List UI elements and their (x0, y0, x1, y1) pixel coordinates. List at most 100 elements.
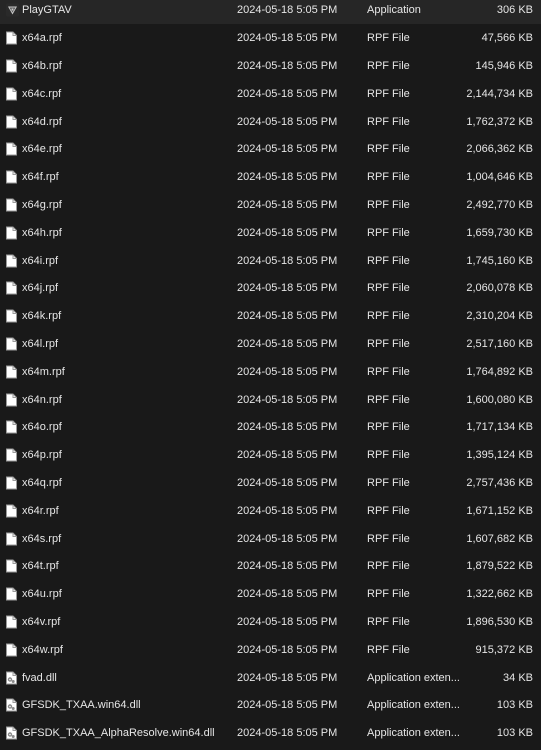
file-type: RPF File (367, 560, 410, 573)
file-size: 1,717,134 KB (466, 421, 533, 434)
file-size: 2,144,734 KB (466, 87, 533, 100)
file-type: RPF File (367, 449, 410, 462)
file-size: 1,896,530 KB (466, 615, 533, 628)
file-size: 2,757,436 KB (466, 476, 533, 489)
file-name: GFSDK_TXAA.win64.dll (22, 699, 141, 712)
date-modified: 2024-05-18 5:05 PM (237, 198, 338, 211)
date-modified: 2024-05-18 5:05 PM (237, 59, 338, 72)
file-size: 1,607,682 KB (466, 532, 533, 545)
file-name: x64i.rpf (22, 254, 59, 267)
list-item[interactable]: x64k.rpf 2024-05-18 5:05 PM RPF File 2,310,… (0, 302, 541, 330)
file-name: x64h.rpf (22, 226, 62, 239)
file-icon (6, 587, 17, 601)
file-name: x64t.rpf (22, 560, 59, 573)
date-modified: 2024-05-18 5:05 PM (237, 532, 338, 545)
file-name: x64s.rpf (22, 532, 62, 545)
file-type: RPF File (367, 310, 410, 323)
list-item[interactable]: x64r.rpf 2024-05-18 5:05 PM RPF File 1,671,… (0, 497, 541, 525)
file-size: 1,600,080 KB (466, 393, 533, 406)
file-type: RPF File (367, 365, 410, 378)
file-name: x64c.rpf (22, 87, 62, 100)
file-type: RPF File (367, 143, 410, 156)
list-item[interactable]: x64o.rpf 2024-05-18 5:05 PM RPF File 1,717,… (0, 414, 541, 442)
list-item[interactable]: x64c.rpf 2024-05-18 5:05 PM RPF File 2,144,… (0, 80, 541, 108)
file-name: x64j.rpf (22, 282, 59, 295)
file-size: 1,764,892 KB (466, 365, 533, 378)
file-type: Application exten... (367, 727, 460, 740)
file-size: 1,659,730 KB (466, 226, 533, 239)
file-name: x64a.rpf (22, 32, 62, 45)
file-type: Application (367, 4, 421, 17)
date-modified: 2024-05-18 5:05 PM (237, 393, 338, 406)
list-item[interactable]: x64b.rpf 2024-05-18 5:05 PM RPF File 145,94… (0, 52, 541, 80)
file-type: RPF File (367, 226, 410, 239)
file-size: 103 KB (496, 699, 533, 712)
list-item[interactable]: x64n.rpf 2024-05-18 5:05 PM RPF File 1,600,… (0, 386, 541, 414)
file-name: fvad.dll (22, 671, 57, 684)
file-type: RPF File (367, 615, 410, 628)
file-icon (6, 476, 17, 490)
file-icon (6, 559, 17, 573)
list-item[interactable]: x64a.rpf 2024-05-18 5:05 PM RPF File 47,566… (0, 24, 541, 52)
date-modified: 2024-05-18 5:05 PM (237, 282, 338, 295)
file-icon (6, 254, 17, 268)
list-item[interactable]: x64u.rpf 2024-05-18 5:05 PM RPF File 1,322,… (0, 580, 541, 608)
list-item[interactable]: x64g.rpf 2024-05-18 5:05 PM RPF File 2,492,… (0, 191, 541, 219)
date-modified: 2024-05-18 5:05 PM (237, 115, 338, 128)
file-icon (6, 309, 17, 323)
file-size: 34 KB (503, 671, 533, 684)
file-type: RPF File (367, 532, 410, 545)
file-icon (6, 31, 17, 45)
file-size: 47,566 KB (481, 32, 533, 45)
file-name: x64l.rpf (22, 337, 59, 350)
list-item[interactable]: x64d.rpf 2024-05-18 5:05 PM RPF File 1,762,… (0, 108, 541, 136)
file-type: RPF File (367, 254, 410, 267)
dll-file-icon (6, 726, 17, 740)
file-icon (6, 170, 17, 184)
date-modified: 2024-05-18 5:05 PM (237, 254, 338, 267)
file-name: GFSDK_TXAA_AlphaResolve.win64.dll (22, 727, 215, 740)
date-modified: 2024-05-18 5:05 PM (237, 310, 338, 323)
list-item[interactable]: x64p.rpf 2024-05-18 5:05 PM RPF File 1,395,… (0, 441, 541, 469)
list-item[interactable]: x64h.rpf 2024-05-18 5:05 PM RPF File 1,659,… (0, 219, 541, 247)
file-type: RPF File (367, 171, 410, 184)
file-name: x64v.rpf (22, 615, 61, 628)
file-type: Application exten... (367, 671, 460, 684)
file-size: 1,762,372 KB (466, 115, 533, 128)
file-type: RPF File (367, 282, 410, 295)
list-item[interactable]: x64v.rpf 2024-05-18 5:05 PM RPF File 1,896,… (0, 608, 541, 636)
file-icon (6, 448, 17, 462)
date-modified: 2024-05-18 5:05 PM (237, 504, 338, 517)
list-item[interactable]: x64q.rpf 2024-05-18 5:05 PM RPF File 2,757,… (0, 469, 541, 497)
list-item[interactable]: x64j.rpf 2024-05-18 5:05 PM RPF File 2,060,… (0, 275, 541, 303)
list-item[interactable]: x64e.rpf 2024-05-18 5:05 PM RPF File 2,066,… (0, 136, 541, 164)
list-item[interactable]: x64l.rpf 2024-05-18 5:05 PM RPF File 2,517,… (0, 330, 541, 358)
file-size: 306 KB (496, 4, 533, 17)
file-icon (6, 337, 17, 351)
file-name: x64n.rpf (22, 393, 62, 406)
file-name: x64m.rpf (22, 365, 65, 378)
file-icon (6, 226, 17, 240)
file-type: RPF File (367, 588, 410, 601)
file-icon (6, 142, 17, 156)
list-item[interactable]: x64f.rpf 2024-05-18 5:05 PM RPF File 1,004,… (0, 163, 541, 191)
list-item[interactable]: x64t.rpf 2024-05-18 5:05 PM RPF File 1,879,… (0, 553, 541, 581)
file-icon (6, 532, 17, 546)
list-item[interactable]: x64w.rpf 2024-05-18 5:05 PM RPF File 915,37… (0, 636, 541, 664)
list-item[interactable]: x64m.rpf 2024-05-18 5:05 PM RPF File 1,764,… (0, 358, 541, 386)
list-item[interactable]: PlayGTAV 2024-05-18 5:05 PM Application 306… (0, 0, 541, 25)
date-modified: 2024-05-18 5:05 PM (237, 643, 338, 656)
date-modified: 2024-05-18 5:05 PM (237, 560, 338, 573)
list-item[interactable]: x64i.rpf 2024-05-18 5:05 PM RPF File 1,745,… (0, 247, 541, 275)
list-item[interactable]: x64s.rpf 2024-05-18 5:05 PM RPF File 1,607,… (0, 525, 541, 553)
date-modified: 2024-05-18 5:05 PM (237, 699, 338, 712)
file-type: RPF File (367, 337, 410, 350)
file-size: 145,946 KB (475, 59, 534, 72)
file-icon (6, 643, 17, 657)
file-name: x64q.rpf (22, 476, 62, 489)
file-size: 2,060,078 KB (466, 282, 533, 295)
file-name: x64d.rpf (22, 115, 62, 128)
list-item[interactable]: GFSDK_TXAA.win64.dll 2024-05-18 5:05 PM Ap… (0, 692, 541, 720)
list-item[interactable]: GFSDK_TXAA_AlphaResolve.win64.dll 2024-05… (0, 719, 541, 747)
list-item[interactable]: fvad.dll 2024-05-18 5:05 PM Application ex… (0, 664, 541, 692)
